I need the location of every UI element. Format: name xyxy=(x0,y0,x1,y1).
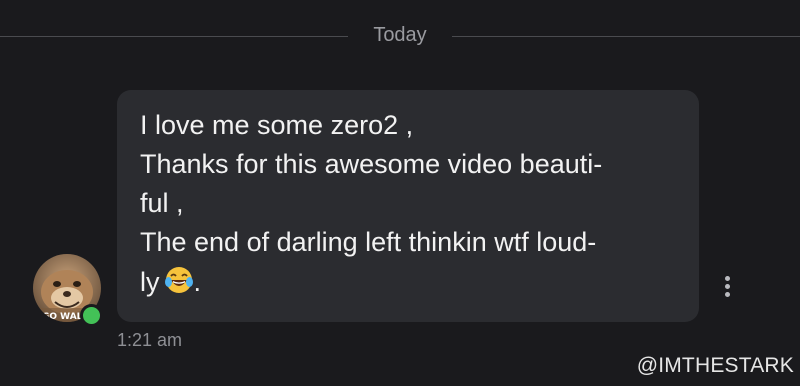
divider-line-right xyxy=(452,36,800,37)
tears-of-joy-emoji-icon xyxy=(164,265,194,302)
online-status-dot xyxy=(80,304,103,327)
watermark-text: @IMTHESTARK xyxy=(636,354,794,377)
avatar-caption: GO WAL xyxy=(42,312,83,322)
date-divider-label: Today xyxy=(373,24,427,46)
message-line: I love me some zero2 , xyxy=(140,110,414,140)
message-timestamp: 1:21 am xyxy=(117,330,183,350)
message-trailing-text: . xyxy=(193,267,202,297)
message-line: ly xyxy=(140,267,160,297)
divider-line-left xyxy=(0,36,348,37)
message-bubble[interactable]: I love me some zero2 , Thanks for this a… xyxy=(117,90,699,322)
message-line: ful , xyxy=(140,188,184,218)
message-line: The end of darling left thinkin wtf loud… xyxy=(140,227,597,257)
more-options-icon[interactable] xyxy=(716,270,740,304)
date-divider: Today xyxy=(0,22,800,50)
message-line: Thanks for this awesome video beauti- xyxy=(140,149,603,179)
message-line-last: ly . xyxy=(140,265,201,302)
